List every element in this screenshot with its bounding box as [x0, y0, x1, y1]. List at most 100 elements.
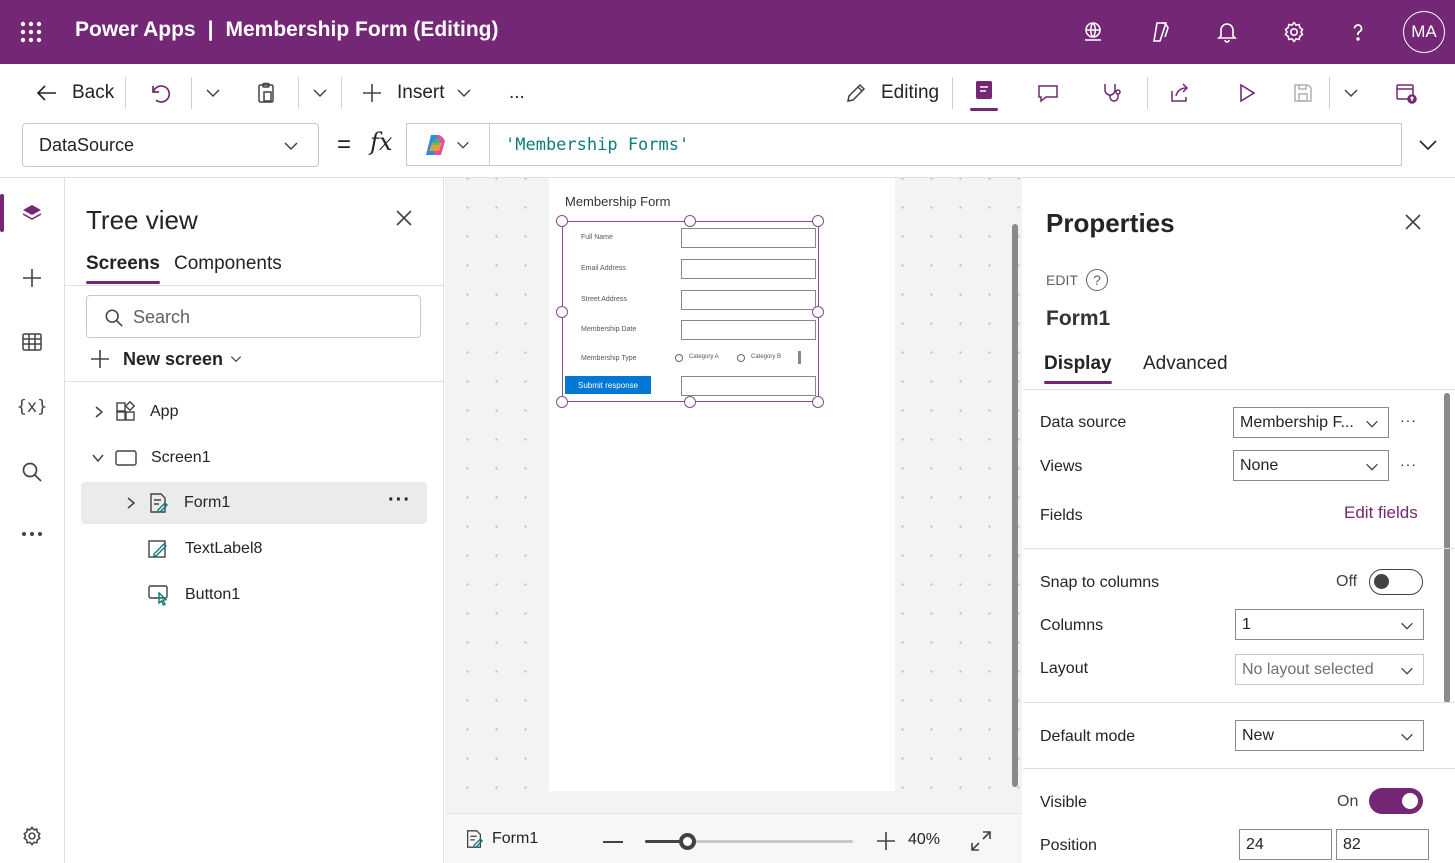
layout-dropdown[interactable]: No layout selected [1235, 654, 1424, 685]
street-address-input[interactable] [681, 290, 816, 310]
environment-icon[interactable] [1077, 16, 1109, 48]
resize-handle[interactable] [684, 396, 696, 408]
chevron-down-icon [92, 454, 104, 463]
submit-response-button[interactable]: Submit response [565, 376, 651, 394]
position-x-input[interactable]: 24 [1239, 829, 1332, 860]
radio-category-b[interactable] [737, 354, 745, 362]
edit-fields-link[interactable]: Edit fields [1344, 503, 1418, 523]
full-name-input[interactable] [681, 228, 816, 248]
membership-date-input[interactable] [681, 320, 816, 340]
editing-mode-button[interactable]: Editing [844, 78, 939, 108]
tab-screens[interactable]: Screens [86, 253, 160, 284]
resize-handle[interactable] [556, 306, 568, 318]
variables-icon[interactable]: {x} [16, 391, 48, 423]
zoom-slider-thumb[interactable] [679, 833, 696, 850]
save-button[interactable] [1291, 78, 1315, 108]
tree-search-input[interactable]: Search [86, 295, 421, 338]
notifications-icon[interactable] [1211, 16, 1243, 48]
insert-rail-button[interactable] [16, 262, 48, 294]
canvas-scrollbar[interactable] [1012, 224, 1018, 787]
expand-formula-button[interactable] [1417, 135, 1439, 155]
property-selector[interactable]: DataSource [22, 123, 319, 167]
tree-item-more-button[interactable]: ··· [388, 489, 411, 512]
email-input[interactable] [681, 259, 816, 279]
screen-title-label[interactable]: Membership Form [565, 194, 670, 209]
tree-item-button1[interactable]: Button1 [81, 574, 427, 616]
app-launcher-icon[interactable] [15, 16, 47, 48]
tree-view-rail-button[interactable] [16, 197, 48, 229]
screen1-preview[interactable]: Membership Form Full Name Email Address … [549, 178, 895, 791]
columns-dropdown[interactable]: 1 [1235, 609, 1424, 640]
position-y-input[interactable]: 82 [1336, 829, 1429, 860]
zoom-out-button[interactable] [603, 841, 623, 843]
layout-label: Layout [1040, 660, 1089, 677]
close-properties-button[interactable] [1402, 211, 1424, 233]
search-rail-button[interactable] [16, 456, 48, 488]
data-rail-button[interactable] [16, 326, 48, 358]
more-rail-button[interactable] [16, 518, 48, 550]
settings-icon[interactable] [1278, 16, 1310, 48]
publish-button[interactable] [1394, 78, 1418, 108]
extra-input[interactable] [681, 376, 816, 396]
formula-input[interactable]: 'Membership Forms' [406, 123, 1402, 166]
visible-toggle[interactable] [1369, 788, 1423, 814]
tree-divider [65, 381, 444, 382]
app-checker-button[interactable] [1100, 78, 1124, 108]
snap-to-columns-toggle[interactable] [1369, 569, 1423, 595]
resize-handle[interactable] [684, 215, 696, 227]
design-canvas[interactable]: Membership Form Full Name Email Address … [445, 178, 1022, 863]
share-button[interactable] [1168, 78, 1192, 108]
resize-handle[interactable] [556, 215, 568, 227]
data-source-more-button[interactable]: ··· [1400, 412, 1417, 428]
views-dropdown[interactable]: None [1233, 450, 1389, 481]
tree-item-form1[interactable]: Form1 ··· [81, 482, 427, 524]
tree-view-toggle-button[interactable] [970, 78, 998, 118]
tree-item-app[interactable]: App [81, 391, 427, 433]
fit-to-window-button[interactable] [970, 830, 992, 852]
snap-to-columns-label: Snap to columns [1040, 574, 1160, 591]
formula-divider [489, 124, 490, 165]
resize-handle[interactable] [812, 306, 824, 318]
zoom-in-button[interactable] [875, 830, 897, 852]
tab-components[interactable]: Components [174, 253, 282, 275]
paste-dropdown[interactable] [311, 78, 329, 108]
resize-handle[interactable] [556, 396, 568, 408]
tree-item-textlabel8[interactable]: TextLabel8 [81, 528, 427, 570]
property-name: DataSource [39, 134, 135, 155]
close-tree-button[interactable] [393, 207, 415, 229]
user-avatar[interactable]: MA [1403, 11, 1445, 53]
comments-button[interactable] [1036, 78, 1060, 108]
resize-handle[interactable] [812, 396, 824, 408]
title-separator: | [207, 18, 214, 41]
data-source-dropdown[interactable]: Membership F... [1233, 407, 1389, 438]
more-commands-button[interactable]: ... [509, 78, 525, 108]
active-indicator [970, 108, 998, 111]
views-more-button[interactable]: ··· [1400, 456, 1417, 472]
zoom-slider[interactable] [645, 833, 853, 850]
help-circle-icon[interactable]: ? [1086, 269, 1108, 291]
tab-display[interactable]: Display [1044, 353, 1112, 384]
formula-text[interactable]: 'Membership Forms' [505, 135, 689, 155]
back-button[interactable]: Back [34, 78, 114, 108]
new-screen-button[interactable]: New screen [89, 348, 243, 370]
tree-item-screen1[interactable]: Screen1 [81, 437, 427, 479]
settings-rail-button[interactable] [16, 820, 48, 852]
radio-category-a[interactable] [675, 354, 683, 362]
resize-handle[interactable] [812, 215, 824, 227]
chevron-down-icon [1366, 420, 1378, 428]
form1-selection[interactable]: Full Name Email Address Street Address M… [562, 221, 819, 402]
insert-button[interactable]: Insert [360, 78, 473, 108]
paste-button[interactable] [254, 78, 278, 108]
undo-button[interactable] [148, 78, 172, 108]
tab-advanced[interactable]: Advanced [1143, 353, 1228, 375]
undo-dropdown[interactable] [204, 78, 222, 108]
help-icon[interactable] [1342, 16, 1374, 48]
toolbar-divider [191, 77, 192, 109]
preview-button[interactable] [1234, 78, 1258, 108]
selected-control-indicator[interactable]: Form1 [464, 829, 538, 849]
copilot-formula-button[interactable] [423, 133, 471, 157]
save-dropdown[interactable] [1342, 78, 1360, 108]
copilot-icon[interactable] [1145, 16, 1177, 48]
tree-view-pane: Tree view Screens Components Search New … [65, 178, 444, 863]
default-mode-dropdown[interactable]: New [1235, 720, 1424, 751]
